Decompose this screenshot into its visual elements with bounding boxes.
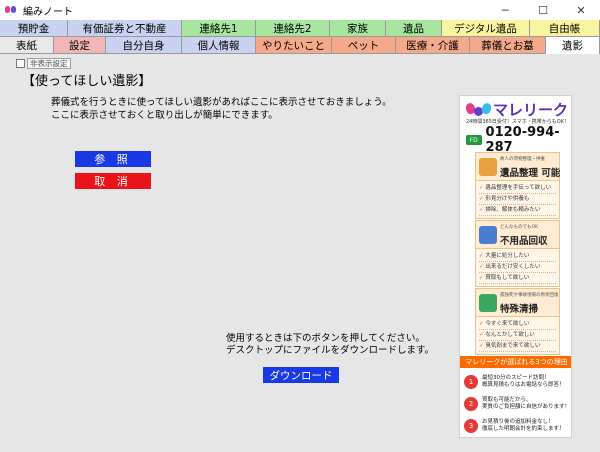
service-subtitle: 故人の荷物整理・供養 <box>500 157 545 162</box>
reason-text: 最短30分のスピード訪問！ 概算見積もりはお電話なら即答！ <box>482 375 565 389</box>
tab-memorial-photo[interactable]: 遺影 <box>546 37 600 54</box>
hide-checkbox-label: 非表示設定 <box>27 58 71 69</box>
reason-number-badge: 1 <box>464 374 478 389</box>
service-items: 遺品整理を手伝って欲しい 形見分けや供養も 掃除、解体も頼みたい <box>476 181 559 218</box>
maximize-button[interactable]: ☐ <box>524 0 562 20</box>
service-item: 掃除、解体も頼みたい <box>479 205 556 216</box>
service-title: 特殊清掃 <box>500 304 539 315</box>
truck-icon <box>479 226 497 244</box>
page-heading: 【使ってほしい遺影】 <box>22 74 152 89</box>
tab-personal-info[interactable]: 個人情報 <box>182 37 256 54</box>
download-button[interactable]: ダウンロード <box>263 367 339 383</box>
reason-line-1: 最短30分のスピード訪問！ <box>482 374 550 381</box>
reference-button[interactable]: 参 照 <box>75 151 151 167</box>
reason-line-2: 実質のご負担額に自信があります！ <box>482 403 571 410</box>
service-title: 不用品回収 <box>500 236 548 247</box>
service-item: 大量に処分したい <box>479 251 556 262</box>
reason-line-2: 概算見積もりはお電話なら即答！ <box>482 381 565 388</box>
tab-settings[interactable]: 設定 <box>54 37 106 54</box>
ad-tagline: 24時間365日受付！スマホ・携帯からもOK！ <box>466 119 569 125</box>
app-icon <box>5 5 17 15</box>
tab-belongings[interactable]: 遺品 <box>386 20 442 37</box>
reason-line-1: お見積り後の追加料金なし！ <box>482 418 554 425</box>
service-card: 孤独死や事故現場の原状回復 特殊清掃 今すぐ来て欲しい なんとかして欲しい 臭気… <box>475 288 560 355</box>
reason-number-badge: 2 <box>464 396 478 411</box>
description-line-1: 葬儀式を行うときに使ってほしい遺影があればここに表示させておきましょう。 <box>51 97 392 108</box>
window-controls: ─ ☐ ✕ <box>486 0 600 20</box>
box-icon <box>479 158 497 176</box>
tab-pets[interactable]: ペット <box>332 37 396 54</box>
reason-item: 1 最短30分のスピード訪問！ 概算見積もりはお電話なら即答！ <box>464 372 570 391</box>
tab-medical-care[interactable]: 医療・介護 <box>396 37 470 54</box>
cancel-button[interactable]: 取 消 <box>75 173 151 189</box>
tab-contacts-1[interactable]: 連絡先1 <box>182 20 256 37</box>
tab-free-notebook[interactable]: 自由帳 <box>530 20 600 37</box>
freedial-icon: FD <box>466 135 482 145</box>
tab-bucket-list[interactable]: やりたいこと <box>256 37 332 54</box>
service-subtitle: 孤独死や事故現場の原状回復 <box>500 293 559 298</box>
download-note: 使用するときは下のボタンを押してください。 デスクトップにファイルをダウンロード… <box>226 333 434 357</box>
reason-line-2: 徹底した明朗会計を約束します！ <box>482 425 565 432</box>
cleaning-icon <box>479 294 497 312</box>
brand-logo-icon <box>464 101 493 117</box>
tab-cover[interactable]: 表紙 <box>0 37 54 54</box>
service-item: 臭気剤まで来て欲しい <box>479 341 556 352</box>
reason-line-1: 買取も可能だから、 <box>482 396 532 403</box>
tab-funeral-grave[interactable]: 葬儀とお墓 <box>470 37 546 54</box>
title-bar: 編みノート ─ ☐ ✕ <box>0 0 600 20</box>
service-item: なんとかして欲しい <box>479 330 556 341</box>
service-items: 大量に処分したい 出来るだけ安くしたい 買取もして欲しい <box>476 249 559 286</box>
phone-row: FD 0120-994-287 <box>466 125 571 155</box>
service-items: 今すぐ来て欲しい なんとかして欲しい 臭気剤まで来て欲しい <box>476 317 559 354</box>
tab-securities-real-estate[interactable]: 有価証券と不動産 <box>68 20 182 37</box>
service-item: 形見分けや供養も <box>479 194 556 205</box>
description-line-2: ここに表示させておくと取り出しが簡単にできます。 <box>51 110 278 121</box>
service-item: 今すぐ来て欲しい <box>479 319 556 330</box>
reason-text: 買取も可能だから、 実質のご負担額に自信があります！ <box>482 397 570 411</box>
reason-text: お見積り後の追加料金なし！ 徹底した明朗会計を約束します！ <box>482 419 565 433</box>
tab-contacts-2[interactable]: 連絡先2 <box>256 20 330 37</box>
phone-number: 0120-994-287 <box>485 125 560 155</box>
tab-family[interactable]: 家族 <box>330 20 386 37</box>
service-item: 遺品整理を手伝って欲しい <box>479 183 556 194</box>
reason-item: 2 買取も可能だから、 実質のご負担額に自信があります！ <box>464 394 570 413</box>
tab-row-2: 表紙 設定 自分自身 個人情報 やりたいこと ペット 医療・介護 葬儀とお墓 遺… <box>0 37 600 54</box>
main-panel: 非表示設定 【使ってほしい遺影】 葬儀式を行うときに使ってほしい遺影があればここ… <box>0 54 600 452</box>
reason-number-badge: 3 <box>464 418 478 433</box>
tab-savings[interactable]: 預貯金 <box>0 20 68 37</box>
service-title: 遺品整理 可能 <box>500 168 561 179</box>
reasons-title: マレリークが選ばれる3つの理由 <box>460 356 571 368</box>
service-header: 孤独死や事故現場の原状回復 特殊清掃 <box>476 289 559 317</box>
service-header: どんなものでもOK 不用品回収 <box>476 221 559 249</box>
service-item: 出来るだけ安くしたい <box>479 262 556 273</box>
tab-row-1: 預貯金 有価証券と不動産 連絡先1 連絡先2 家族 遺品 デジタル遺品 自由帳 <box>0 20 600 37</box>
brand-name: マレリーク <box>493 101 569 119</box>
download-note-line-2: デスクトップにファイルをダウンロードします。 <box>226 345 435 356</box>
window-title: 編みノート <box>23 6 73 18</box>
download-note-line-1: 使用するときは下のボタンを押してください。 <box>226 333 425 344</box>
close-button[interactable]: ✕ <box>562 0 600 20</box>
tab-digital-belongings[interactable]: デジタル遺品 <box>442 20 530 37</box>
tab-myself[interactable]: 自分自身 <box>106 37 182 54</box>
hide-checkbox[interactable] <box>16 59 25 68</box>
hide-setting[interactable]: 非表示設定 <box>16 58 71 69</box>
reason-item: 3 お見積り後の追加料金なし！ 徹底した明朗会計を約束します！ <box>464 416 570 435</box>
description: 葬儀式を行うときに使ってほしい遺影があればここに表示させておきましょう。 ここに… <box>51 96 392 122</box>
ad-header: マレリーク 24時間365日受付！スマホ・携帯からもOK！ FD 0120-99… <box>460 96 571 155</box>
service-item: 買取もして欲しい <box>479 273 556 284</box>
service-card: どんなものでもOK 不用品回収 大量に処分したい 出来るだけ安くしたい 買取もし… <box>475 220 560 287</box>
service-subtitle: どんなものでもOK <box>500 225 538 230</box>
minimize-button[interactable]: ─ <box>486 0 524 20</box>
ad-banner[interactable]: マレリーク 24時間365日受付！スマホ・携帯からもOK！ FD 0120-99… <box>459 95 572 438</box>
service-header: 故人の荷物整理・供養 遺品整理 可能 <box>476 153 561 181</box>
service-card: 故人の荷物整理・供養 遺品整理 可能 遺品整理を手伝って欲しい 形見分けや供養も… <box>475 152 560 219</box>
